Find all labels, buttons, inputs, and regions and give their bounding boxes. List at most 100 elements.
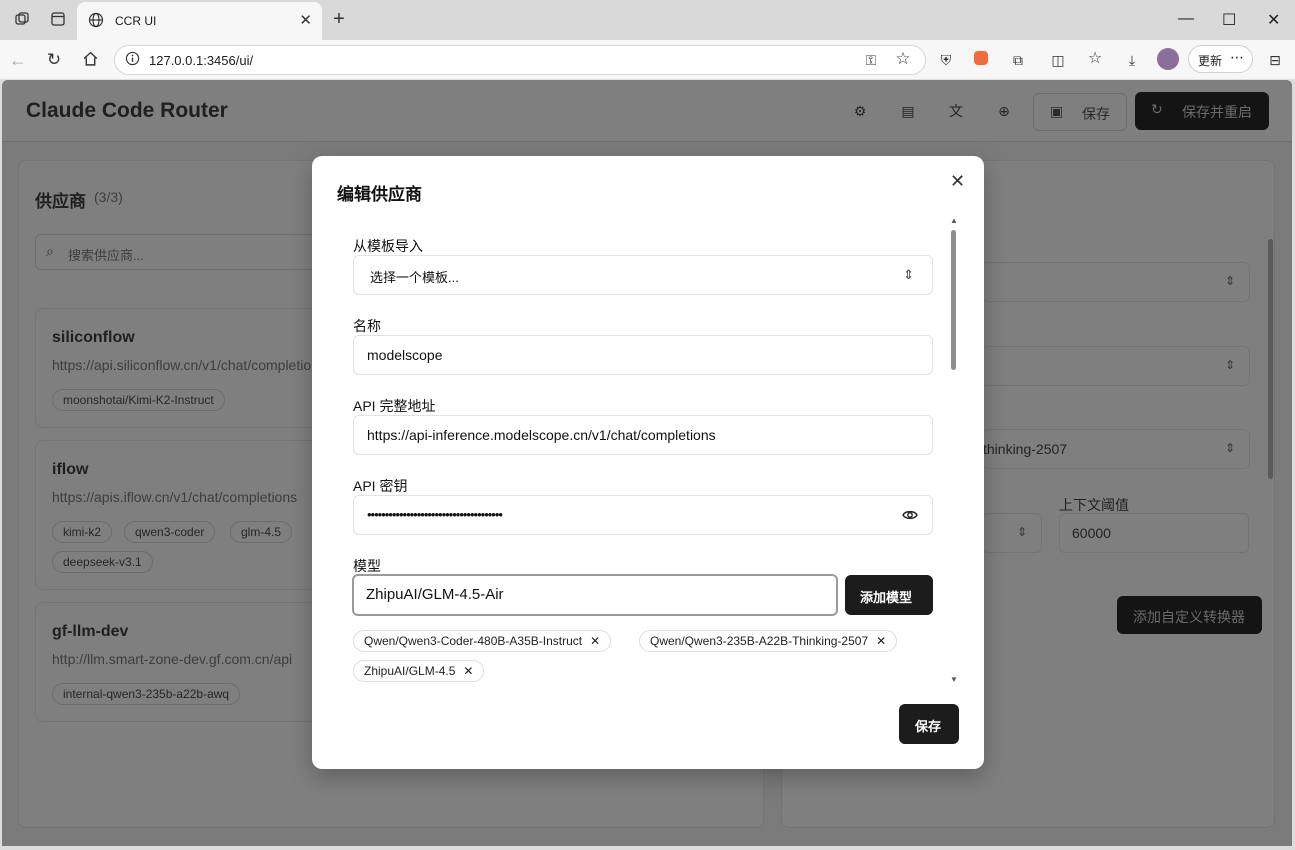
model-chip: deepseek-v3.1: [52, 551, 153, 573]
provider-url: https://apis.iflow.cn/v1/chat/completion…: [52, 489, 298, 505]
add-transformer-button[interactable]: 添加自定义转换器: [1117, 596, 1262, 634]
template-label: 从模板导入: [353, 238, 423, 254]
password-key-icon[interactable]: ⚿: [862, 51, 880, 69]
models-label: 模型: [353, 558, 381, 574]
model-tag: Qwen/Qwen3-235B-A22B-Thinking-2507 ✕: [639, 630, 898, 652]
file-json-icon[interactable]: ▤: [899, 102, 917, 120]
settings-icon[interactable]: ⚙: [851, 102, 869, 120]
api-key-value: ••••••••••••••••••••••••••••••••••••••: [367, 507, 503, 522]
site-info-icon[interactable]: [123, 51, 141, 69]
providers-count: (3/3): [94, 189, 123, 205]
api-url-label: API 完整地址: [353, 398, 436, 414]
router-scrollbar[interactable]: [1268, 239, 1273, 479]
extension-orange-icon[interactable]: [972, 51, 990, 69]
provider-url: https://api.siliconflow.cn/v1/chat/compl…: [52, 357, 322, 373]
remove-tag-icon[interactable]: ✕: [590, 634, 600, 648]
name-value: modelscope: [367, 347, 443, 363]
name-input[interactable]: modelscope: [353, 335, 933, 375]
close-window-icon[interactable]: ✕: [1267, 10, 1280, 30]
api-key-input[interactable]: ••••••••••••••••••••••••••••••••••••••: [353, 495, 933, 535]
search-icon: ⌕: [46, 243, 54, 259]
search-placeholder: 搜索供应商...: [68, 248, 144, 263]
provider-search-input[interactable]: ⌕ 搜索供应商...: [35, 234, 325, 270]
providers-title: 供应商: [35, 192, 86, 211]
close-tab-icon[interactable]: ✕: [299, 11, 312, 29]
translate-icon[interactable]: 文: [947, 102, 965, 120]
extensions-puzzle-icon[interactable]: ⧉: [1009, 51, 1027, 69]
sidebar-toggle-icon[interactable]: ⊟: [1266, 51, 1284, 69]
tab-title: CCR UI: [115, 14, 157, 28]
model-tag-label: ZhipuAI/GLM-4.5: [364, 664, 456, 678]
provider-name: siliconflow: [52, 329, 135, 346]
name-label: 名称: [353, 318, 381, 334]
provider-name: gf-llm-dev: [52, 623, 129, 640]
model-tag: ZhipuAI/GLM-4.5 ✕: [353, 660, 485, 682]
new-tab-icon[interactable]: +: [330, 9, 348, 29]
remove-tag-icon[interactable]: ✕: [876, 634, 886, 648]
template-placeholder: 选择一个模板...: [370, 270, 459, 285]
upload-icon[interactable]: ⊕: [995, 102, 1013, 120]
save-restart-button[interactable]: ↻ 保存并重启: [1135, 92, 1269, 130]
favorites-icon[interactable]: ☆: [1086, 50, 1104, 68]
back-icon[interactable]: ←: [9, 51, 27, 69]
profile-avatar[interactable]: [1157, 48, 1179, 70]
api-url-value: https://api-inference.modelscope.cn/v1/c…: [367, 427, 716, 443]
favorite-star-icon[interactable]: ☆: [894, 50, 912, 68]
provider-url: http://llm.smart-zone-dev.gf.com.cn/api: [52, 651, 293, 667]
home-icon[interactable]: [81, 50, 99, 68]
api-url-input[interactable]: https://api-inference.modelscope.cn/v1/c…: [353, 415, 933, 455]
chevron-updown-icon: ⇕: [1224, 358, 1235, 372]
eye-icon[interactable]: [902, 507, 918, 528]
dialog-save-label: 保存: [915, 719, 942, 734]
scrollbar-thumb[interactable]: [951, 230, 956, 370]
refresh-icon[interactable]: ↻: [45, 51, 63, 69]
globe-icon: [87, 12, 105, 30]
browser-tab[interactable]: CCR UI ✕: [77, 2, 322, 40]
router-select-2[interactable]: ⇕: [982, 346, 1250, 386]
downloads-icon[interactable]: ⤓: [1123, 51, 1141, 69]
template-select[interactable]: 选择一个模板... ⇕: [353, 255, 933, 295]
chevron-updown-icon: ⇕: [903, 267, 914, 282]
save-restart-label: 保存并重启: [1182, 104, 1252, 120]
tab-actions-icon[interactable]: [49, 11, 67, 29]
router-select-1[interactable]: ⇕: [982, 262, 1250, 302]
chevron-updown-icon: ⇕: [1224, 441, 1235, 455]
remove-tag-icon[interactable]: ✕: [463, 664, 473, 678]
maximize-icon[interactable]: ☐: [1222, 10, 1236, 30]
browser-tabstrip: CCR UI ✕ + — ☐ ✕: [0, 0, 1295, 40]
api-key-label: API 密钥: [353, 478, 408, 494]
dialog-title: 编辑供应商: [337, 185, 422, 204]
router-select-3[interactable]: thinking-2507 ⇕: [982, 429, 1250, 469]
minimize-icon[interactable]: —: [1178, 10, 1194, 28]
dialog-save-button[interactable]: 保存: [899, 704, 959, 744]
header-save-button[interactable]: ▣ 保存: [1033, 93, 1127, 131]
provider-name: iflow: [52, 461, 89, 478]
update-button[interactable]: 更新 ⋯: [1188, 45, 1253, 73]
browser-toolbar: ← ↻ 127.0.0.1:3456/ui/ ⚿ ☆ ⛨ ⧉ ◫ ☆ ⤓ 更新 …: [0, 40, 1295, 80]
header-save-label: 保存: [1082, 106, 1110, 122]
model-chip: kimi-k2: [52, 521, 112, 543]
model-chip: qwen3-coder: [124, 521, 216, 543]
model-input[interactable]: ZhipuAI/GLM-4.5-Air: [352, 574, 838, 616]
model-tag: Qwen/Qwen3-Coder-480B-A35B-Instruct ✕: [353, 630, 612, 652]
split-screen-icon[interactable]: ◫: [1049, 51, 1067, 69]
scroll-down-icon[interactable]: ▼: [950, 675, 958, 684]
edit-provider-dialog: 编辑供应商 ✕ 从模板导入 选择一个模板... ⇕ 名称 modelscope …: [312, 156, 984, 769]
scroll-up-icon[interactable]: ▲: [950, 216, 958, 225]
chevron-updown-icon: ⇕: [1224, 274, 1235, 288]
provider-card[interactable]: gf-llm-dev http://llm.smart-zone-dev.gf.…: [35, 602, 325, 722]
close-icon[interactable]: ✕: [950, 171, 965, 192]
extension-shield-icon[interactable]: ⛨: [937, 51, 955, 69]
save-icon: ▣: [1050, 103, 1064, 119]
router-select-4[interactable]: ⇕: [982, 513, 1042, 553]
dialog-scrollbar[interactable]: ▲ ▼: [949, 216, 959, 686]
add-model-label: 添加模型: [860, 590, 913, 605]
url-text: 127.0.0.1:3456/ui/: [149, 53, 254, 68]
context-threshold-input[interactable]: 60000: [1059, 513, 1249, 553]
app-title: Claude Code Router: [26, 99, 228, 122]
workspaces-icon[interactable]: [13, 11, 31, 29]
add-model-button[interactable]: 添加模型: [845, 575, 933, 615]
provider-card[interactable]: siliconflow https://api.siliconflow.cn/v…: [35, 308, 325, 428]
provider-card[interactable]: iflow https://apis.iflow.cn/v1/chat/comp…: [35, 440, 325, 590]
address-bar[interactable]: 127.0.0.1:3456/ui/ ⚿ ☆: [114, 45, 926, 75]
